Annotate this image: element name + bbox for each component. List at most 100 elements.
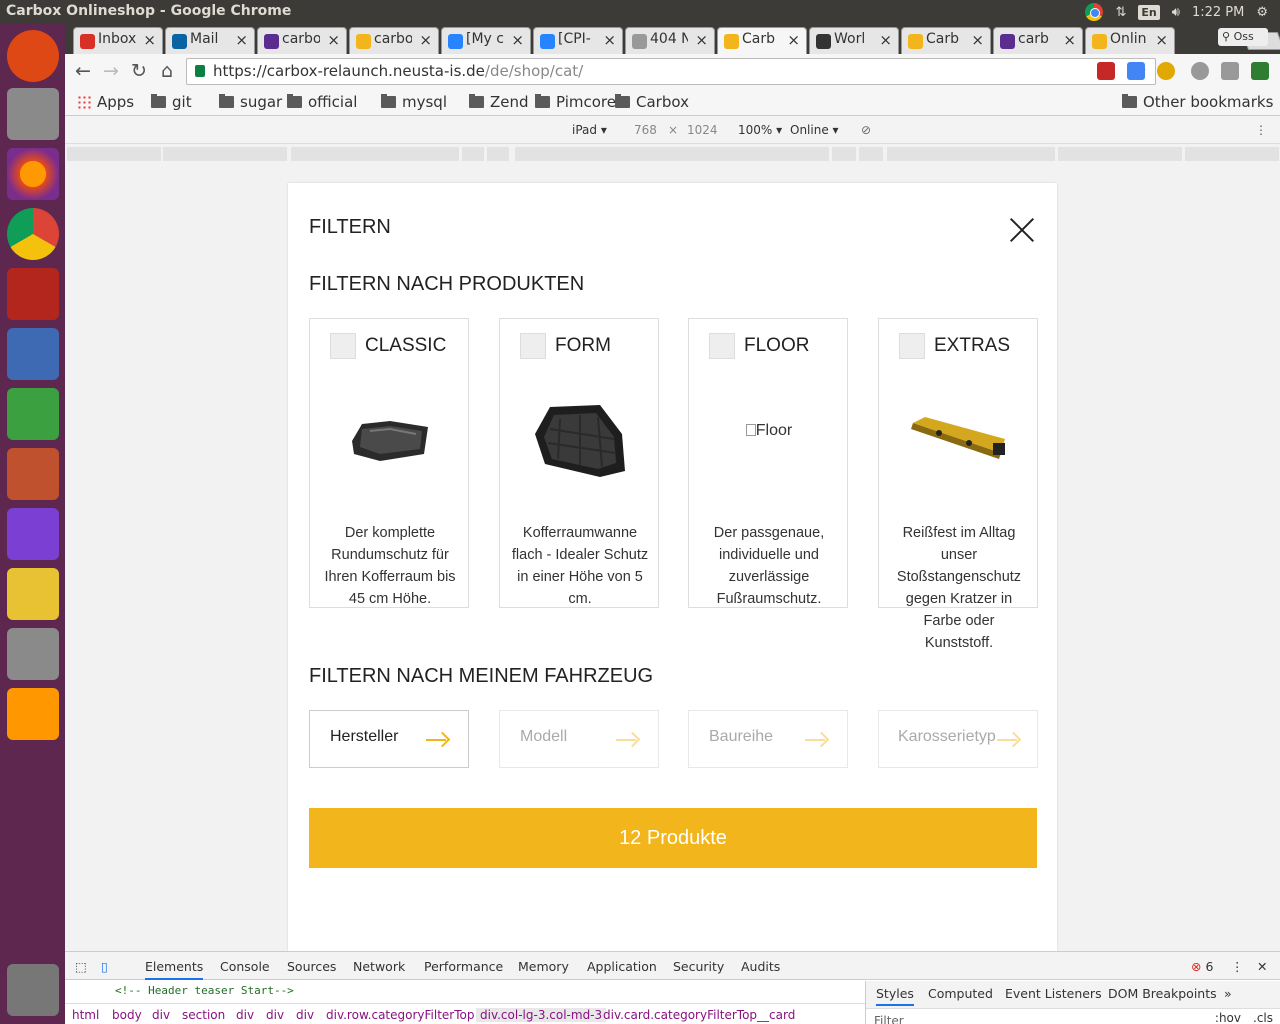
devtools-tab[interactable]: Performance <box>424 959 503 974</box>
breadcrumb-item[interactable]: div.col-lg-3.col-md-3 <box>476 1008 607 1022</box>
file-manager-icon[interactable] <box>7 88 59 140</box>
breadcrumb-item[interactable]: div <box>266 1008 284 1022</box>
bookmark-folder[interactable]: git <box>151 93 192 111</box>
back-arrow-icon[interactable]: ← <box>71 60 95 82</box>
tab-close-icon[interactable]: × <box>1155 31 1168 49</box>
device-height-input[interactable]: 1024 <box>687 123 718 137</box>
url-text[interactable]: https://carbox-relaunch.neusta-is.de/de/… <box>213 62 583 80</box>
bookmark-folder[interactable]: Zend <box>469 93 529 111</box>
zoom-select[interactable]: 100% ▾ <box>738 123 782 137</box>
network-icon[interactable]: ⇅ <box>1115 5 1126 20</box>
tab-close-icon[interactable]: × <box>1063 31 1076 49</box>
home-icon[interactable]: ⌂ <box>155 60 179 82</box>
product-card-form[interactable]: FORM Kofferraumwanne flach - Idealer Sch… <box>499 318 659 608</box>
sidebar-tab[interactable]: » <box>1224 986 1232 1001</box>
firefox-icon[interactable] <box>7 148 59 200</box>
sublime-text-icon[interactable] <box>7 688 59 740</box>
phpstorm-icon[interactable] <box>7 508 59 560</box>
trash-icon[interactable] <box>7 964 59 1016</box>
browser-tab[interactable]: Mail × <box>165 27 255 54</box>
breadcrumb-item[interactable]: body <box>112 1008 142 1022</box>
series-select[interactable]: Baureihe <box>688 710 848 768</box>
bookmark-folder[interactable]: mysql <box>381 93 447 111</box>
browser-tab[interactable]: Worl × <box>809 27 899 54</box>
browser-tab[interactable]: [CPI- × <box>533 27 623 54</box>
browser-tab[interactable]: Carb × <box>717 27 807 54</box>
browser-tab[interactable]: carb × <box>993 27 1083 54</box>
tab-close-icon[interactable]: × <box>879 31 892 49</box>
breadcrumb-item[interactable]: div.card.categoryFilterTop__card <box>603 1008 795 1022</box>
tab-close-icon[interactable]: × <box>787 31 800 49</box>
teapot-app-icon[interactable] <box>7 568 59 620</box>
device-width-input[interactable]: 768 <box>634 123 657 137</box>
devtools-tab[interactable]: Sources <box>287 959 336 974</box>
inspect-element-icon[interactable]: ⬚ <box>75 959 87 974</box>
browser-tab[interactable]: Carb × <box>901 27 991 54</box>
sidebar-tab[interactable]: Styles <box>876 986 914 1006</box>
manufacturer-select[interactable]: Hersteller <box>309 710 469 768</box>
browser-tab[interactable]: carbox × <box>349 27 439 54</box>
libreoffice-impress-icon[interactable] <box>7 328 59 380</box>
devtools-close-icon[interactable]: ✕ <box>1257 959 1267 974</box>
tab-close-icon[interactable]: × <box>695 31 708 49</box>
bookmark-other[interactable]: Other bookmarks <box>1122 93 1273 111</box>
floor-checkbox[interactable] <box>709 333 735 359</box>
devtools-tab[interactable]: Audits <box>741 959 780 974</box>
devtools-tab[interactable]: Console <box>220 959 270 974</box>
clock[interactable]: 1:22 PM <box>1192 5 1244 20</box>
bookmark-folder[interactable]: official <box>287 93 357 111</box>
cls-toggle[interactable]: .cls <box>1253 1011 1273 1024</box>
product-card-extras[interactable]: EXTRAS Reißfest im Alltag unser Stoßstan… <box>878 318 1038 651</box>
device-select[interactable]: iPad ▾ <box>572 123 607 137</box>
tab-close-icon[interactable]: × <box>511 31 524 49</box>
product-card-classic[interactable]: CLASSIC Der komplette Rundumschutz für I… <box>309 318 469 608</box>
extension-globe-icon[interactable] <box>1191 62 1209 80</box>
tab-close-icon[interactable]: × <box>971 31 984 49</box>
product-card-floor[interactable]: FLOOR Floor Der passgenaue, individuelle… <box>688 318 848 608</box>
profile-button[interactable]: ⚲ Oss <box>1218 28 1268 46</box>
bookmark-folder[interactable]: Carbox <box>615 93 689 111</box>
sidebar-tab[interactable]: DOM Breakpoints <box>1108 986 1217 1001</box>
devtools-tab[interactable]: Network <box>353 959 405 974</box>
forward-arrow-icon[interactable]: → <box>99 60 123 82</box>
devtools-tab[interactable]: Memory <box>518 959 569 974</box>
model-select[interactable]: Modell <box>499 710 659 768</box>
breadcrumb-item[interactable]: section <box>182 1008 225 1022</box>
more-options-icon[interactable]: ⋮ <box>1255 123 1267 137</box>
extension-green-icon[interactable] <box>1251 62 1269 80</box>
sidebar-tab[interactable]: Event Listeners <box>1005 986 1102 1001</box>
tab-close-icon[interactable]: × <box>327 31 340 49</box>
address-bar[interactable]: https://carbox-relaunch.neusta-is.de/de/… <box>186 58 1156 85</box>
device-toggle-icon[interactable]: ▯ <box>101 959 108 974</box>
dom-tree-line[interactable]: <!-- Header teaser Start--> <box>65 981 865 1001</box>
breadcrumb-item[interactable]: div <box>152 1008 170 1022</box>
hov-toggle[interactable]: :hov <box>1215 1011 1241 1024</box>
extension-clock-icon[interactable] <box>1157 62 1175 80</box>
breadcrumb-item[interactable]: div.row.categoryFilterTop <box>326 1008 474 1022</box>
keyboard-layout-indicator[interactable]: En <box>1138 4 1160 20</box>
sidebar-tab[interactable]: Computed <box>928 986 993 1001</box>
settings-gear-icon[interactable]: ⚙ <box>1256 5 1268 20</box>
reload-icon[interactable]: ↻ <box>127 60 151 82</box>
bookmark-apps[interactable]: Apps <box>77 93 134 111</box>
close-icon[interactable] <box>1010 218 1034 242</box>
devtools-tab[interactable]: Application <box>587 959 657 974</box>
translate-extension-icon[interactable] <box>1127 62 1145 80</box>
chrome-tray-icon[interactable] <box>1085 3 1104 21</box>
browser-tab[interactable]: 404 N × <box>625 27 715 54</box>
styles-filter-input[interactable]: Filter:hov .cls <box>866 1008 1280 1024</box>
breadcrumb-item[interactable]: div <box>296 1008 314 1022</box>
error-icon[interactable]: ⊗ 6 <box>1191 959 1213 974</box>
show-products-button[interactable]: 12 Produkte <box>309 808 1037 868</box>
tab-close-icon[interactable]: × <box>603 31 616 49</box>
workspace-switcher-icon[interactable] <box>7 268 59 320</box>
extension-red-icon[interactable] <box>1097 62 1115 80</box>
devtools-tab[interactable]: Elements <box>145 959 204 980</box>
chrome-launcher-icon[interactable] <box>7 208 59 260</box>
libreoffice-calc-icon[interactable] <box>7 388 59 440</box>
bookmark-folder[interactable]: sugar <box>219 93 282 111</box>
tab-close-icon[interactable]: × <box>143 31 156 49</box>
bookmark-folder[interactable]: Pimcore <box>535 93 616 111</box>
tab-close-icon[interactable]: × <box>235 31 248 49</box>
browser-tab[interactable]: carbox × <box>257 27 347 54</box>
